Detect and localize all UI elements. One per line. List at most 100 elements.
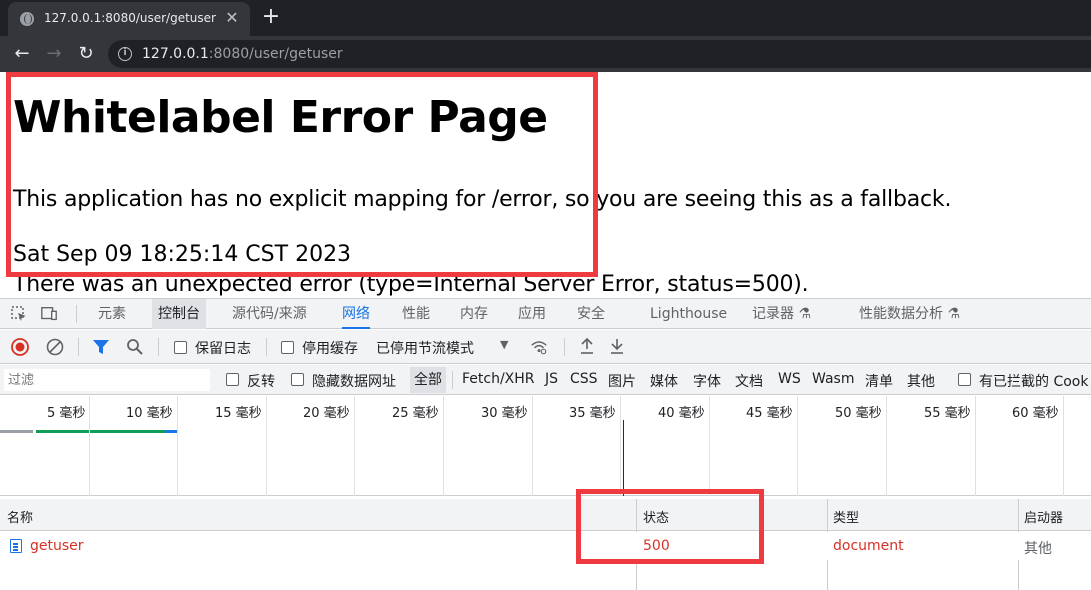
filter-wasm[interactable]: Wasm [812,371,854,387]
error-timestamp: Sat Sep 09 18:25:14 CST 2023 [13,242,352,267]
request-name[interactable]: getuser [30,538,84,554]
search-icon[interactable] [126,338,144,356]
tab-lighthouse[interactable]: Lighthouse [650,299,727,329]
column-type[interactable]: 类型 [833,507,859,526]
inspect-element-icon[interactable] [10,305,28,323]
timeline-gridline [266,396,267,496]
error-message: This application has no explicit mapping… [13,187,952,212]
timeline-tick-label: 60 毫秒 [1012,406,1059,421]
error-page: Whitelabel Error Page This application h… [0,72,1091,298]
filter-all[interactable]: 全部 [410,367,446,393]
filter-images[interactable]: 图片 [608,371,636,391]
tab-console[interactable]: 控制台 [152,299,206,329]
browser-tab[interactable]: 127.0.0.1:8080/user/getuser ✕ [8,2,250,36]
invert-checkbox[interactable] [226,373,239,386]
timeline-gridline [354,396,355,496]
hide-data-urls-checkbox[interactable] [291,373,304,386]
timeline-tick-label: 55 毫秒 [924,406,971,421]
disable-cache-checkbox[interactable] [281,341,294,354]
timeline-gridline [443,396,444,496]
request-table-header: 名称 状态 类型 启动器 [0,499,1091,531]
url-path: :8080/user/getuser [208,46,343,62]
blocked-cookies-checkbox[interactable] [958,373,971,386]
filter-icon[interactable] [92,338,110,356]
devtools-panel: 元素 控制台 源代码/来源 网络 性能 内存 应用 安全 Lighthouse … [0,298,1091,590]
timeline-tick-label: 35 毫秒 [569,406,616,421]
forward-arrow-icon[interactable]: → [42,42,66,66]
timing-bar-queue [0,430,33,433]
timeline-gridline [1063,396,1064,496]
timing-bar-waiting [36,430,166,433]
preserve-log-label: 保留日志 [195,341,251,357]
tab-network[interactable]: 网络 [342,299,370,329]
filter-js[interactable]: JS [545,371,558,387]
divider [158,338,159,356]
tab-performance-insights[interactable]: 性能数据分析 ⚗ [859,299,960,329]
tab-sources[interactable]: 源代码/来源 [232,299,307,329]
device-toolbar-icon[interactable] [40,305,58,323]
timeline-tick-label: 45 毫秒 [746,406,793,421]
timeline-gridline [886,396,887,496]
timeline-tick-label: 25 毫秒 [392,406,439,421]
filter-ws[interactable]: WS [778,371,801,387]
disable-cache-label: 停用缓存 [302,341,358,357]
filter-manifest[interactable]: 清单 [865,371,893,391]
error-detail: There was an unexpected error (type=Inte… [13,272,809,297]
filter-font[interactable]: 字体 [693,371,721,391]
back-arrow-icon[interactable]: ← [10,42,34,66]
filter-media[interactable]: 媒体 [650,371,678,391]
timeline-tick-label: 40 毫秒 [658,406,705,421]
browser-toolbar: ← → ↻ i 127.0.0.1:8080/user/getuser [0,36,1091,72]
request-initiator: 其他 [1024,541,1052,557]
clear-icon[interactable] [46,338,64,356]
url-host: 127.0.0.1 [142,46,209,62]
address-bar[interactable]: i 127.0.0.1:8080/user/getuser [108,40,1091,68]
tab-title: 127.0.0.1:8080/user/getuser [44,11,216,25]
filter-css[interactable]: CSS [570,371,598,387]
divider [76,305,77,323]
record-stop-icon[interactable] [11,338,29,356]
timeline-gridline [89,396,90,496]
network-overview-timeline[interactable]: 5 毫秒 10 毫秒 15 毫秒 20 毫秒 25 毫秒 30 毫秒 35 毫秒 40 毫秒 4… [0,396,1091,496]
timeline-gridline [709,396,710,496]
preserve-log-checkbox[interactable] [174,341,187,354]
filter-fetch-xhr[interactable]: Fetch/XHR [462,371,535,387]
table-row[interactable]: getuser 500 document 其他 [0,532,1091,560]
column-name[interactable]: 名称 [7,507,33,526]
tab-security[interactable]: 安全 [577,299,605,329]
network-toolbar: 保留日志 停用缓存 已停用节流模式 ▼ [0,330,1091,364]
reload-icon[interactable]: ↻ [74,42,98,66]
upload-icon[interactable] [578,337,596,355]
filter-doc[interactable]: 文档 [735,371,763,391]
divider [266,338,267,356]
throttling-select[interactable]: 已停用节流模式 [376,338,474,358]
download-icon[interactable] [608,337,626,355]
timeline-gridline [532,396,533,496]
new-tab-button[interactable]: + [260,4,282,30]
column-initiator[interactable]: 启动器 [1024,507,1063,526]
divider [564,338,565,356]
tab-application[interactable]: 应用 [518,299,546,329]
tab-elements[interactable]: 元素 [98,299,126,329]
devtools-tab-bar: 元素 控制台 源代码/来源 网络 性能 内存 应用 安全 Lighthouse … [0,299,1091,329]
timeline-gridline [177,396,178,496]
load-event-marker [623,420,624,496]
tab-performance[interactable]: 性能 [402,299,430,329]
chevron-down-icon[interactable]: ▼ [500,338,508,351]
info-icon[interactable]: i [118,47,132,61]
timeline-tick-label: 10 毫秒 [126,406,173,421]
hide-data-urls-label: 隐藏数据网址 [312,374,396,390]
network-conditions-icon[interactable] [530,338,548,356]
document-icon [10,539,22,553]
filter-bar: 反转 隐藏数据网址 全部 Fetch/XHR JS CSS 图片 媒体 字体 文… [0,365,1091,395]
request-status: 500 [643,538,670,554]
timeline-tick-label: 20 毫秒 [303,406,350,421]
request-type: document [833,538,904,554]
filter-input[interactable] [4,369,210,391]
filter-other[interactable]: 其他 [907,371,935,391]
divider [78,338,79,356]
tab-memory[interactable]: 内存 [460,299,488,329]
tab-recorder[interactable]: 记录器 ⚗ [752,299,811,329]
column-status[interactable]: 状态 [643,507,669,526]
close-icon[interactable]: ✕ [222,8,242,28]
